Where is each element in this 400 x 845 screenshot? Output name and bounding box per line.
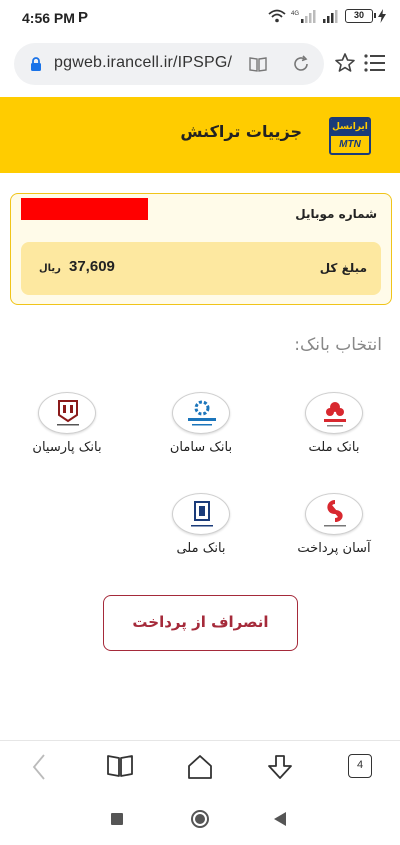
mobile-number-label: شماره موبایل xyxy=(295,207,377,221)
amount-value: 37,609 xyxy=(69,258,115,275)
download-icon[interactable] xyxy=(266,753,294,781)
bank-mellat-logo xyxy=(305,392,363,434)
tabs-count-button[interactable]: 4 xyxy=(348,754,372,778)
url-text[interactable]: pgweb.irancell.ir/IPSPG/ xyxy=(54,54,232,72)
bank-option-parsian[interactable]: بانک پارسیان xyxy=(12,392,122,455)
battery-icon: 30 xyxy=(345,9,376,23)
logo-bottom-text: MTN xyxy=(339,139,361,150)
amount-label: مبلغ کل xyxy=(319,261,367,275)
bookmarks-icon[interactable] xyxy=(106,753,134,779)
bank-option-asan-pardakht[interactable]: آسان پرداخت xyxy=(279,493,389,556)
bank-option-mellat[interactable]: بانک ملت xyxy=(279,392,389,455)
status-icons: 4G 30 xyxy=(268,9,386,23)
amount-row: مبلغ کل 37,609 ریال xyxy=(21,242,381,295)
browser-toolbar: 4 xyxy=(0,740,400,796)
page-header: جزییات تراکنش ایرانسل MTN xyxy=(0,97,400,173)
lock-icon xyxy=(31,57,41,71)
recent-apps-icon[interactable] xyxy=(110,812,124,826)
status-time: 4:56 PM xyxy=(22,10,75,26)
signal-icon xyxy=(323,10,338,23)
reader-mode-icon[interactable] xyxy=(248,54,268,74)
wifi-icon xyxy=(268,9,286,23)
logo-top-text: ایرانسل xyxy=(331,119,369,136)
reload-icon[interactable] xyxy=(291,54,311,74)
cancel-payment-button[interactable]: انصراف از پرداخت xyxy=(103,595,298,651)
nav-home-icon[interactable] xyxy=(190,809,210,829)
bank-name: آسان پرداخت xyxy=(297,541,371,556)
address-bar[interactable]: pgweb.irancell.ir/IPSPG/ xyxy=(14,43,324,85)
bookmark-star-icon[interactable] xyxy=(334,52,356,74)
svg-text:4G: 4G xyxy=(291,11,299,17)
signal-4g-icon: 4G xyxy=(291,10,316,23)
bank-name: بانک ملی xyxy=(176,541,226,556)
asan-pardakht-logo xyxy=(305,493,363,535)
menu-icon[interactable] xyxy=(364,54,386,72)
bank-saman-logo xyxy=(172,392,230,434)
redacted-mobile-number xyxy=(21,198,148,220)
back-icon[interactable] xyxy=(30,753,50,781)
bank-name: بانک پارسیان xyxy=(32,440,102,455)
irancell-mtn-logo: ایرانسل MTN xyxy=(329,117,371,155)
bank-select-heading: انتخاب بانک: xyxy=(294,335,382,355)
bank-option-saman[interactable]: بانک سامان xyxy=(146,392,256,455)
browser-address-area: pgweb.irancell.ir/IPSPG/ xyxy=(0,38,400,94)
notification-p-icon: P xyxy=(78,9,89,26)
transaction-card: شماره موبایل مبلغ کل 37,609 ریال xyxy=(10,193,392,305)
bank-parsian-logo xyxy=(38,392,96,434)
android-nav-bar xyxy=(0,796,400,845)
bank-name: بانک سامان xyxy=(169,440,233,455)
page-title: جزییات تراکنش xyxy=(180,122,302,141)
bank-melli-logo xyxy=(172,493,230,535)
charging-icon xyxy=(378,9,386,23)
home-icon[interactable] xyxy=(186,753,214,781)
status-bar: 4:56 PM P 4G 30 xyxy=(0,0,400,38)
nav-back-icon[interactable] xyxy=(272,811,288,827)
bank-option-melli[interactable]: بانک ملی xyxy=(146,493,256,556)
amount-unit: ریال xyxy=(39,263,61,274)
bank-name: بانک ملت xyxy=(308,440,360,455)
